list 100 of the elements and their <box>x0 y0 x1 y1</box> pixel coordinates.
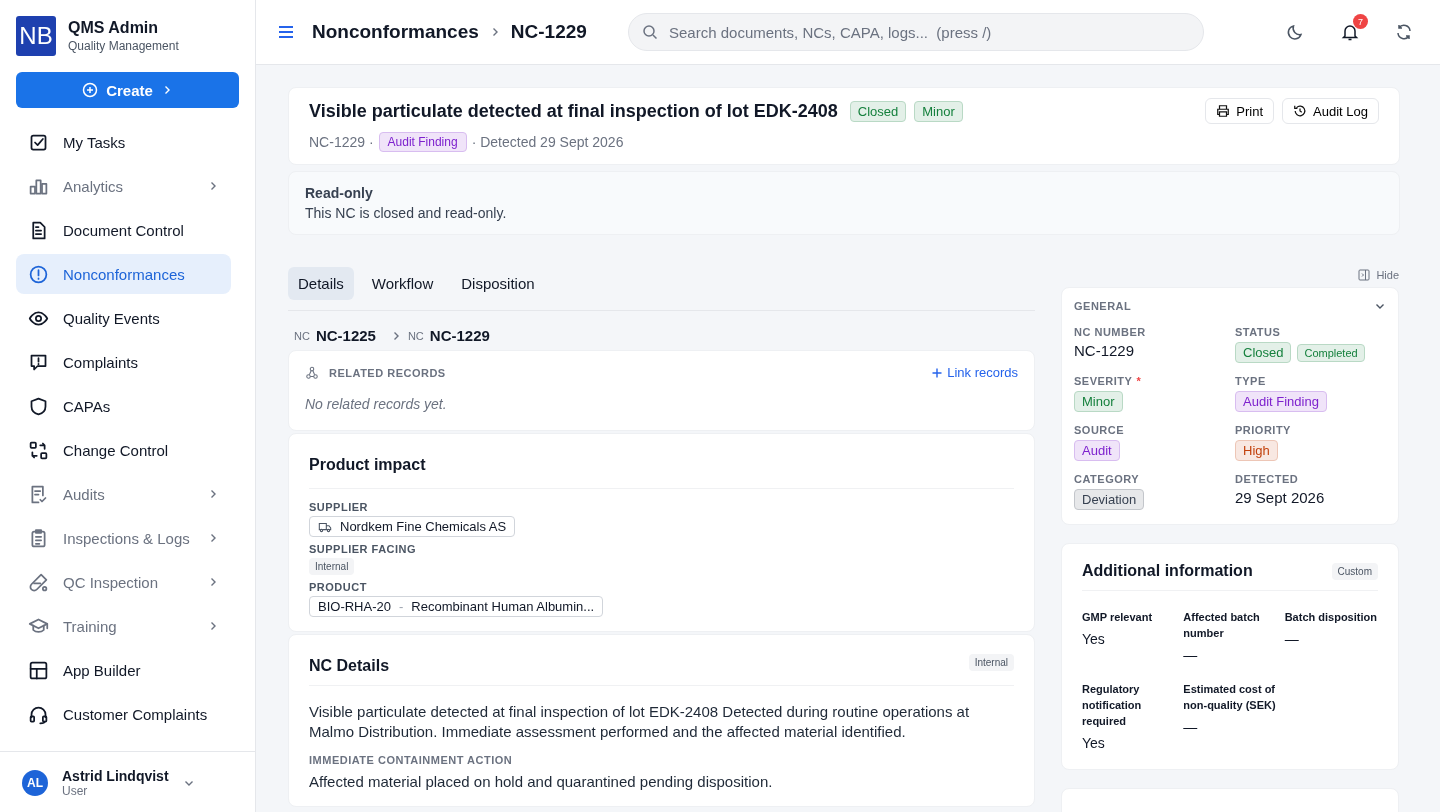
field-value: — <box>1183 647 1199 663</box>
sidebar-item[interactable]: Quality Events <box>16 298 231 338</box>
app-logo: NB <box>16 16 56 56</box>
user-role: User <box>62 784 89 798</box>
status-badge: Completed <box>1297 343 1365 362</box>
network-icon <box>305 365 319 380</box>
field-value: — <box>1284 631 1300 647</box>
sidebar-item[interactable]: Nonconformances <box>16 254 231 294</box>
field-value: NC-1229 <box>1074 342 1136 359</box>
record-link[interactable]: NC-1229 <box>429 327 490 344</box>
record-type: NC <box>407 329 424 342</box>
breadcrumb-item: NC-1229 <box>510 21 587 43</box>
card-title: Additional information <box>1082 562 1253 580</box>
link-records-link[interactable]: Link records <box>931 365 1018 380</box>
field-label: STATUS <box>1235 326 1282 338</box>
field-label: SUPPLIER FACING <box>309 543 417 555</box>
print-button[interactable]: Print <box>1205 98 1275 124</box>
swap-icon <box>28 439 49 461</box>
field-label: Affected batch number <box>1183 610 1261 641</box>
status-badge: Audit Finding <box>1235 391 1327 412</box>
empty-message: No related records yet. <box>305 396 448 412</box>
field-label: GMP relevant <box>1082 610 1154 625</box>
tab[interactable]: Details <box>288 267 354 300</box>
field-label: SOURCE <box>1074 424 1126 436</box>
supplier-chip[interactable]: Nordkem Fine Chemicals AS <box>309 516 516 537</box>
field-label: Batch disposition <box>1284 610 1378 625</box>
tab[interactable]: Disposition <box>451 267 545 300</box>
separator: - <box>398 599 404 614</box>
sidebar-item[interactable]: Inspections & Logs <box>16 518 231 558</box>
user-name: Astrid Lindqvist <box>62 768 169 784</box>
sidebar-item[interactable]: Training <box>16 606 231 646</box>
tab[interactable]: Workflow <box>361 267 444 300</box>
sidebar-item[interactable]: Document Control <box>16 210 231 250</box>
sidebar-item[interactable]: Customer Complaints <box>16 694 231 734</box>
required-mark: * <box>1136 375 1142 387</box>
status-badge: Deviation <box>1074 489 1145 510</box>
hide-button[interactable]: Hide <box>1358 269 1399 281</box>
type-badge: Audit Finding <box>378 132 467 152</box>
section-title: GENERAL <box>1074 300 1132 312</box>
field-tag: Internal <box>309 558 355 575</box>
section-title: RELATED RECORDS <box>329 366 446 379</box>
breadcrumb-item[interactable]: Nonconformances <box>312 21 479 43</box>
app-subtitle: Quality Management <box>68 39 179 53</box>
page-title: Visible particulate detected at final inspection of lot EDK-2408 <box>309 100 838 122</box>
status-badge: Minor <box>914 100 963 122</box>
record-type: NC <box>294 329 310 342</box>
sidebar-item[interactable]: Change Control <box>16 430 231 470</box>
audit-log-button[interactable]: Audit Log <box>1282 98 1379 124</box>
product-chip[interactable]: BIO-RHA-20 - Recombinant Human Albumin... <box>309 596 604 617</box>
sidebar-item[interactable]: Analytics <box>16 166 231 206</box>
history-icon <box>1293 104 1308 118</box>
field-label: DETECTED <box>1235 473 1300 485</box>
sidebar-item[interactable]: Complaints <box>16 342 231 382</box>
field-label: NC NUMBER <box>1074 326 1147 338</box>
custom-tag: Custom <box>1331 562 1378 580</box>
bell-icon[interactable] <box>1340 22 1360 42</box>
panel-icon <box>1358 269 1371 281</box>
field-value: — <box>1183 719 1199 735</box>
card-title: Product impact <box>309 456 1014 489</box>
search-icon <box>642 24 658 40</box>
status-badge: High <box>1235 440 1278 461</box>
product-name: Recombinant Human Albumin... <box>411 599 595 614</box>
plus-circle-icon <box>82 82 99 98</box>
sidebar-item[interactable]: QC Inspection <box>16 562 231 602</box>
status-badge: Closed <box>1235 342 1292 363</box>
product-code: BIO-RHA-20 <box>318 599 391 614</box>
grid-icon <box>28 659 49 681</box>
field-label: SUPPLIER <box>309 501 368 513</box>
field-label: SEVERITY * <box>1074 375 1143 387</box>
plus-icon <box>931 366 944 379</box>
field-label: Estimated cost of non-quality (SEK) <box>1183 682 1277 713</box>
field-label: PRODUCT <box>309 581 367 593</box>
tube-icon <box>28 571 49 593</box>
field-label: Regulatory notification required <box>1082 682 1143 729</box>
sidebar-item[interactable]: CAPAs <box>16 386 231 426</box>
status-badge: Audit <box>1074 440 1120 461</box>
user-avatar: AL <box>22 770 48 796</box>
status-badge: Closed <box>849 100 907 122</box>
record-id: NC-1229 · <box>309 134 374 150</box>
sidebar-item[interactable]: My Tasks <box>16 122 231 162</box>
search-field[interactable]: Search documents, NCs, CAPA, logs... (press /) <box>628 13 1204 51</box>
create-button[interactable]: Create <box>16 72 239 108</box>
sidebar-item[interactable]: Audits <box>16 474 231 514</box>
record-link[interactable]: NC-1225 <box>315 327 376 344</box>
section-label: IMMEDIATE CONTAINMENT ACTION <box>309 754 514 766</box>
detected-date: · Detected 29 Sept 2026 <box>471 134 624 150</box>
card-title: NC Details <box>309 657 390 675</box>
field-value: Yes <box>1082 735 1106 751</box>
sidebar-item[interactable]: App Builder <box>16 650 231 690</box>
field-label: PRIORITY <box>1235 424 1292 436</box>
notification-badge: 7 <box>1353 14 1368 29</box>
visibility-tag: Internal <box>968 653 1014 671</box>
notice-title: Read-only <box>305 185 374 201</box>
refresh-icon[interactable] <box>1394 22 1414 42</box>
alert-icon <box>28 263 49 285</box>
field-value: Yes <box>1082 631 1106 647</box>
app-name: QMS Admin <box>68 19 160 37</box>
field-label: TYPE <box>1235 375 1267 387</box>
section-text: Affected material placed on hold and quarantined pending disposition. <box>309 772 774 792</box>
printer-icon <box>1216 104 1231 118</box>
